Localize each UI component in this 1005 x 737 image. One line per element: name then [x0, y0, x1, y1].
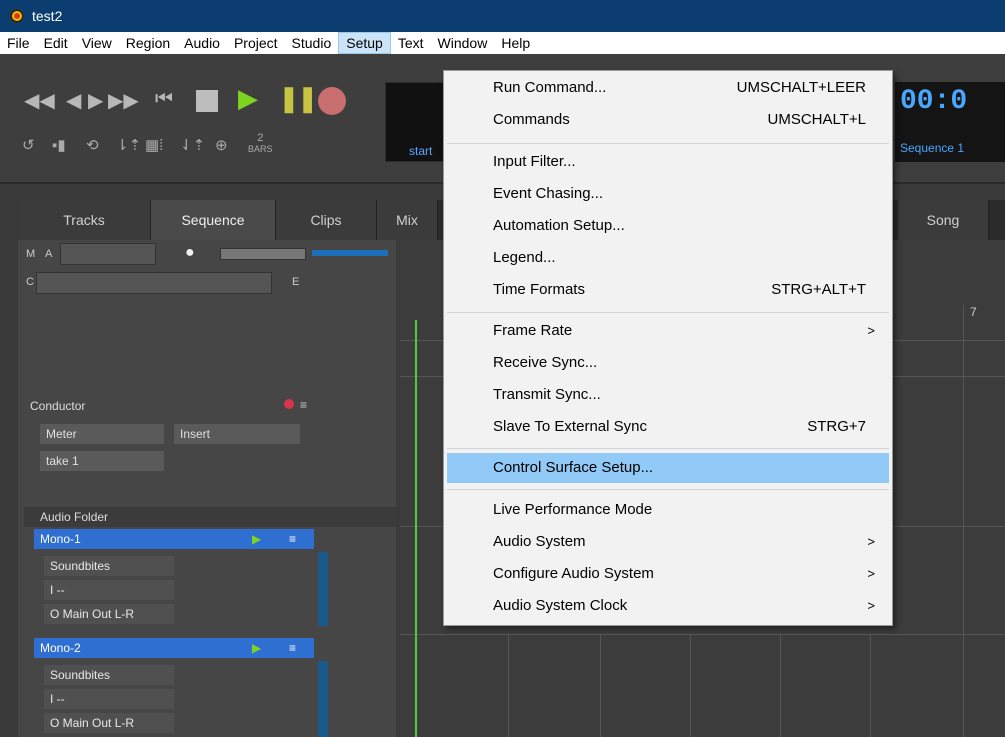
menu-text[interactable]: Text — [391, 32, 431, 54]
submenu-arrow-icon: > — [867, 566, 875, 581]
track-mid-dropdown[interactable]: I -- — [44, 580, 174, 600]
track-name: Mono-2 — [40, 641, 81, 655]
sequence-selector[interactable]: Sequence 1 — [900, 141, 964, 155]
track-output-dropdown[interactable]: O Main Out L-R — [44, 713, 174, 733]
window-title: test2 — [32, 8, 63, 24]
level-meter — [312, 250, 388, 256]
track-header[interactable]: Mono-1 ▶ ≡ — [34, 529, 314, 549]
setup-menu: Run Command... UMSCHALT+LEER Commands UM… — [443, 70, 893, 626]
fast-forward-icon[interactable]: ▶▶ — [108, 88, 139, 113]
bars-value: 2 — [257, 132, 264, 144]
track-list-panel — [18, 240, 396, 737]
submenu-arrow-icon: > — [867, 534, 875, 549]
punch-in-icon[interactable]: ⇂⇡ — [116, 136, 141, 154]
menu-item-transmit-sync[interactable]: Transmit Sync... — [447, 380, 889, 410]
knob-icon[interactable]: ● — [185, 244, 195, 262]
menu-file[interactable]: File — [0, 32, 37, 54]
return-to-zero-icon[interactable]: ⏮ — [155, 88, 173, 111]
playhead[interactable] — [415, 320, 417, 737]
menu-item-audio-system[interactable]: Audio System > — [447, 527, 889, 557]
menu-item-configure-audio-system[interactable]: Configure Audio System > — [447, 559, 889, 589]
menu-window[interactable]: Window — [431, 32, 495, 54]
rewind-icon[interactable]: ◀◀ — [24, 88, 55, 113]
c-field[interactable] — [36, 272, 272, 294]
meter-dropdown[interactable]: Meter — [40, 424, 164, 444]
mute-label[interactable]: M — [26, 248, 35, 260]
menu-view[interactable]: View — [75, 32, 119, 54]
arm-label[interactable]: A — [45, 248, 52, 260]
audio-folder-label: Audio Folder — [40, 510, 109, 524]
time-display: 00:0 — [900, 86, 968, 117]
submenu-arrow-icon: > — [867, 598, 875, 613]
menu-item-audio-system-clock[interactable]: Audio System Clock > — [447, 591, 889, 621]
bars-counter[interactable]: 2 BARS — [248, 133, 273, 155]
audio-folder-header[interactable]: Audio Folder — [24, 507, 396, 527]
menu-item-automation-setup[interactable]: Automation Setup... — [447, 211, 889, 241]
menu-item-frame-rate[interactable]: Frame Rate > — [447, 316, 889, 346]
tab-sequence[interactable]: Sequence — [151, 200, 276, 240]
ruler-bar-label: 7 — [970, 305, 977, 319]
name-field[interactable] — [60, 243, 156, 265]
menu-item-live-performance-mode[interactable]: Live Performance Mode — [447, 495, 889, 525]
tab-clips[interactable]: Clips — [276, 200, 377, 240]
record-icon[interactable] — [318, 87, 346, 115]
stop-icon[interactable] — [196, 90, 218, 112]
loop-back-icon[interactable]: ↺ — [22, 136, 35, 154]
menu-item-event-chasing[interactable]: Event Chasing... — [447, 179, 889, 209]
start-label: start — [409, 144, 433, 158]
menu-item-run-command[interactable]: Run Command... UMSCHALT+LEER — [447, 73, 889, 103]
menu-studio[interactable]: Studio — [285, 32, 339, 54]
menu-edit[interactable]: Edit — [37, 32, 75, 54]
tab-tracks[interactable]: Tracks — [18, 200, 151, 240]
menu-audio[interactable]: Audio — [177, 32, 227, 54]
track-meter — [318, 661, 328, 737]
track-play-icon[interactable]: ▶ — [252, 638, 261, 658]
track-input-dropdown[interactable]: Soundbites — [44, 556, 174, 576]
track-menu-icon[interactable]: ≡ — [289, 529, 296, 549]
track-mid-dropdown[interactable]: I -- — [44, 689, 174, 709]
c-label[interactable]: C — [26, 276, 34, 288]
menu-bar: File Edit View Region Audio Project Stud… — [0, 32, 1005, 54]
e-label[interactable]: E — [292, 276, 299, 288]
title-bar: test2 — [0, 0, 1005, 32]
track-output-dropdown[interactable]: O Main Out L-R — [44, 604, 174, 624]
play-icon[interactable]: ▶ — [238, 83, 258, 114]
step-forward-icon[interactable]: ▶ — [88, 88, 103, 113]
conductor-menu-icon[interactable]: ≡ — [300, 398, 307, 412]
add-icon[interactable]: ⊕ — [215, 136, 228, 154]
tab-mix[interactable]: Mix — [377, 200, 438, 240]
volume-slider[interactable] — [220, 248, 306, 260]
track-play-icon[interactable]: ▶ — [252, 529, 261, 549]
conductor-record-icon[interactable] — [284, 399, 294, 409]
bars-label: BARS — [248, 144, 273, 154]
track-name: Mono-1 — [40, 532, 81, 546]
menu-item-commands[interactable]: Commands UMSCHALT+L — [447, 105, 889, 135]
punch-out-icon[interactable]: ⇃⇡ — [180, 136, 205, 154]
step-back-icon[interactable]: ◀ — [66, 88, 81, 113]
insert-dropdown[interactable]: Insert — [174, 424, 300, 444]
menu-item-slave-external-sync[interactable]: Slave To External Sync STRG+7 — [447, 412, 889, 442]
metronome-icon[interactable]: ▦⁞ — [145, 136, 163, 154]
tab-song[interactable]: Song — [898, 200, 989, 240]
menu-help[interactable]: Help — [494, 32, 537, 54]
menu-project[interactable]: Project — [227, 32, 285, 54]
menu-item-control-surface-setup[interactable]: Control Surface Setup... — [447, 453, 889, 483]
track-menu-icon[interactable]: ≡ — [289, 638, 296, 658]
conductor-label: Conductor — [30, 399, 86, 413]
menu-item-receive-sync[interactable]: Receive Sync... — [447, 348, 889, 378]
menu-region[interactable]: Region — [119, 32, 177, 54]
cycle-icon[interactable]: ⟲ — [86, 136, 99, 154]
menu-item-input-filter[interactable]: Input Filter... — [447, 147, 889, 177]
pause-icon[interactable]: ❚❚ — [278, 83, 319, 114]
menu-item-legend[interactable]: Legend... — [447, 243, 889, 273]
submenu-arrow-icon: > — [867, 323, 875, 338]
track-meter — [318, 552, 328, 626]
track-header[interactable]: Mono-2 ▶ ≡ — [34, 638, 314, 658]
punch-icon[interactable]: ▪▮ — [52, 136, 66, 154]
take-dropdown[interactable]: take 1 — [40, 451, 164, 471]
menu-item-time-formats[interactable]: Time Formats STRG+ALT+T — [447, 275, 889, 305]
menu-setup[interactable]: Setup — [338, 32, 391, 54]
track-input-dropdown[interactable]: Soundbites — [44, 665, 174, 685]
app-logo-icon — [10, 9, 24, 23]
